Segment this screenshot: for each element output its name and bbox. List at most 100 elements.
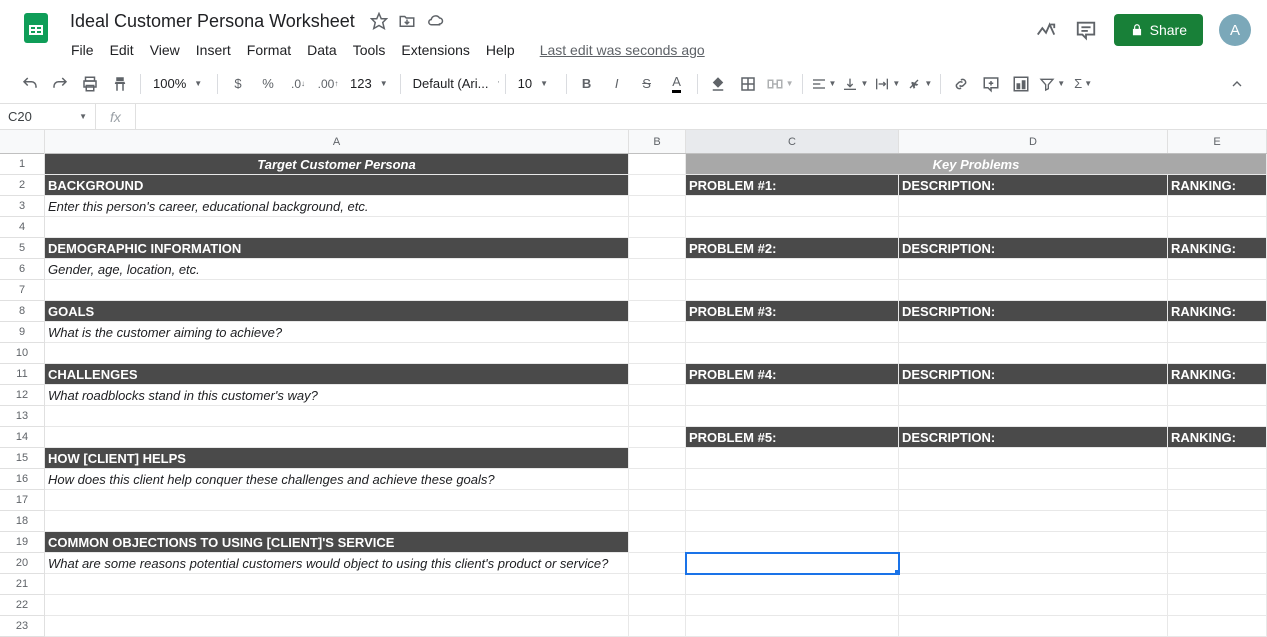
cell-A9[interactable]: What is the customer aiming to achieve?	[45, 322, 629, 343]
cell-B8[interactable]	[629, 301, 686, 322]
cell-A8[interactable]: GOALS	[45, 301, 629, 322]
cell-A5[interactable]: DEMOGRAPHIC INFORMATION	[45, 238, 629, 259]
cell-D17[interactable]	[899, 490, 1168, 511]
cell-D22[interactable]	[899, 595, 1168, 616]
cell-E22[interactable]	[1168, 595, 1267, 616]
cell-E5[interactable]: RANKING:	[1168, 238, 1267, 259]
cell-B22[interactable]	[629, 595, 686, 616]
cell-A20[interactable]: What are some reasons potential customer…	[45, 553, 629, 574]
cell-C9[interactable]	[686, 322, 899, 343]
sheets-logo[interactable]	[16, 8, 56, 48]
cell-E2[interactable]: RANKING:	[1168, 175, 1267, 196]
cell-A16[interactable]: How does this client help conquer these …	[45, 469, 629, 490]
row-header[interactable]: 4	[0, 217, 44, 238]
zoom-select[interactable]: 100%▼	[147, 71, 211, 97]
cell-E8[interactable]: RANKING:	[1168, 301, 1267, 322]
font-size-select[interactable]: 10▼	[512, 71, 560, 97]
cell-E16[interactable]	[1168, 469, 1267, 490]
cell-A12[interactable]: What roadblocks stand in this customer's…	[45, 385, 629, 406]
row-header[interactable]: 14	[0, 427, 44, 448]
cell-C4[interactable]	[686, 217, 899, 238]
cell-D16[interactable]	[899, 469, 1168, 490]
cell-E12[interactable]	[1168, 385, 1267, 406]
comments-icon[interactable]	[1074, 18, 1098, 42]
cell-C2[interactable]: PROBLEM #1:	[686, 175, 899, 196]
cell-C7[interactable]	[686, 280, 899, 301]
cell-A4[interactable]	[45, 217, 629, 238]
print-button[interactable]	[76, 70, 104, 98]
star-icon[interactable]	[369, 11, 389, 31]
cell-D7[interactable]	[899, 280, 1168, 301]
text-color-button[interactable]: A	[663, 70, 691, 98]
last-edit-link[interactable]: Last edit was seconds ago	[540, 42, 705, 58]
chart-button[interactable]	[1007, 70, 1035, 98]
cell-B17[interactable]	[629, 490, 686, 511]
row-header[interactable]: 19	[0, 532, 44, 553]
cell-C12[interactable]	[686, 385, 899, 406]
move-icon[interactable]	[397, 11, 417, 31]
cell-B5[interactable]	[629, 238, 686, 259]
cell-B19[interactable]	[629, 532, 686, 553]
cell-C13[interactable]	[686, 406, 899, 427]
name-box[interactable]: C20▼	[0, 104, 96, 129]
row-header[interactable]: 21	[0, 574, 44, 595]
document-title[interactable]: Ideal Customer Persona Worksheet	[64, 9, 361, 34]
menu-edit[interactable]: Edit	[103, 38, 141, 62]
cell-B4[interactable]	[629, 217, 686, 238]
cell-D12[interactable]	[899, 385, 1168, 406]
cell-A19[interactable]: COMMON OBJECTIONS TO USING [CLIENT]'S SE…	[45, 532, 629, 553]
cell-E15[interactable]	[1168, 448, 1267, 469]
cell-A13[interactable]	[45, 406, 629, 427]
cell-B11[interactable]	[629, 364, 686, 385]
activity-icon[interactable]	[1034, 18, 1058, 42]
functions-button[interactable]: Σ▼	[1069, 70, 1097, 98]
rotate-button[interactable]: A▼	[904, 70, 934, 98]
cell-A6[interactable]: Gender, age, location, etc.	[45, 259, 629, 280]
cell-A1[interactable]: Target Customer Persona	[45, 154, 629, 175]
column-header-E[interactable]: E	[1168, 130, 1267, 153]
row-header[interactable]: 1	[0, 154, 44, 175]
account-avatar[interactable]: A	[1219, 14, 1251, 46]
cell-C23[interactable]	[686, 616, 899, 637]
cell-D3[interactable]	[899, 196, 1168, 217]
strikethrough-button[interactable]: S	[633, 70, 661, 98]
currency-button[interactable]: $	[224, 70, 252, 98]
cell-B1[interactable]	[629, 154, 686, 175]
row-header[interactable]: 2	[0, 175, 44, 196]
cell-B10[interactable]	[629, 343, 686, 364]
formula-input[interactable]	[136, 104, 1267, 129]
cell-B15[interactable]	[629, 448, 686, 469]
cell-C8[interactable]: PROBLEM #3:	[686, 301, 899, 322]
valign-button[interactable]: ▼	[840, 70, 870, 98]
cell-D8[interactable]: DESCRIPTION:	[899, 301, 1168, 322]
cell-D19[interactable]	[899, 532, 1168, 553]
cell-C20[interactable]	[686, 553, 899, 574]
italic-button[interactable]: I	[603, 70, 631, 98]
row-header[interactable]: 23	[0, 616, 44, 637]
row-header[interactable]: 10	[0, 343, 44, 364]
fill-color-button[interactable]	[704, 70, 732, 98]
merge-button[interactable]: ▼	[764, 70, 796, 98]
menu-view[interactable]: View	[143, 38, 187, 62]
cell-D15[interactable]	[899, 448, 1168, 469]
menu-format[interactable]: Format	[240, 38, 298, 62]
row-header[interactable]: 9	[0, 322, 44, 343]
cell-E20[interactable]	[1168, 553, 1267, 574]
cell-C10[interactable]	[686, 343, 899, 364]
cell-D6[interactable]	[899, 259, 1168, 280]
cell-A18[interactable]	[45, 511, 629, 532]
cell-E21[interactable]	[1168, 574, 1267, 595]
cell-D23[interactable]	[899, 616, 1168, 637]
row-header[interactable]: 8	[0, 301, 44, 322]
redo-button[interactable]	[46, 70, 74, 98]
row-header[interactable]: 16	[0, 469, 44, 490]
collapse-toolbar-button[interactable]	[1223, 70, 1251, 98]
row-header[interactable]: 18	[0, 511, 44, 532]
cell-B14[interactable]	[629, 427, 686, 448]
cell-E13[interactable]	[1168, 406, 1267, 427]
cell-B6[interactable]	[629, 259, 686, 280]
cell-B13[interactable]	[629, 406, 686, 427]
comment-button[interactable]	[977, 70, 1005, 98]
cell-D21[interactable]	[899, 574, 1168, 595]
filter-button[interactable]: ▼	[1037, 70, 1067, 98]
